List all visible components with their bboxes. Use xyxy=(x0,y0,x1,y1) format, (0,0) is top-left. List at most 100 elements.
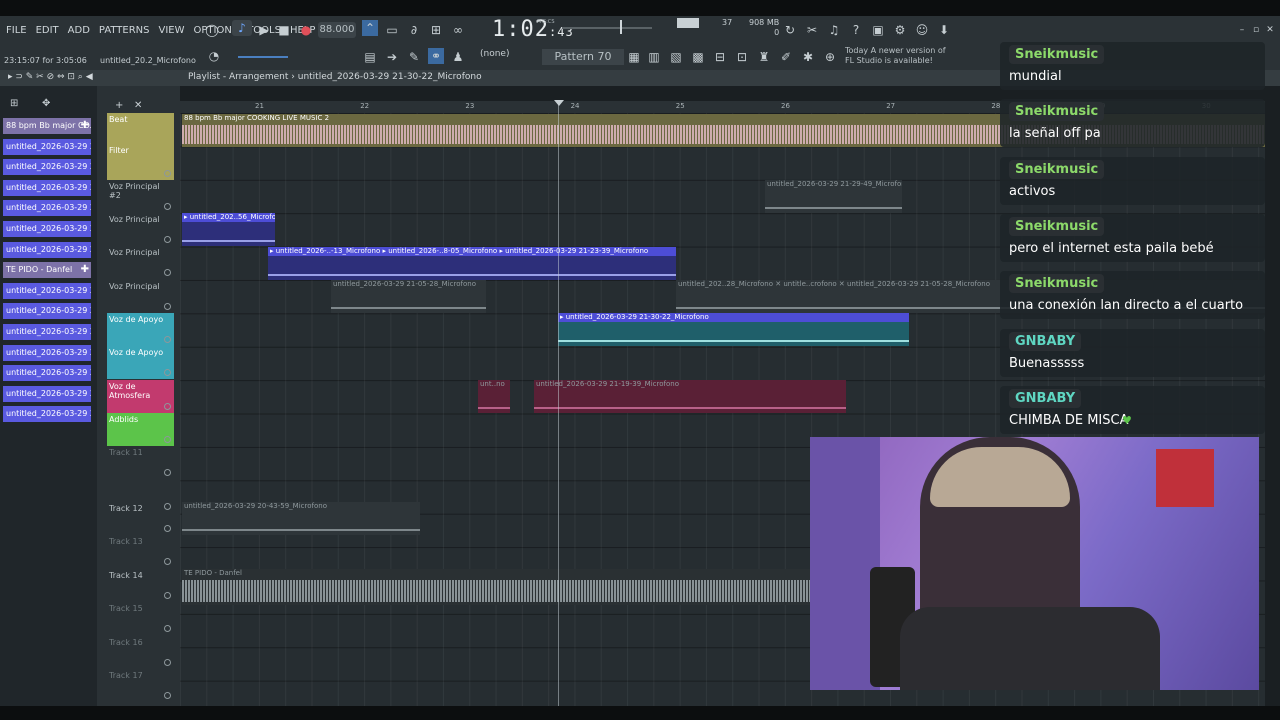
track-mute-icon[interactable] xyxy=(164,592,171,599)
download-icon[interactable]: ⬇ xyxy=(936,22,952,38)
playlist-clip[interactable]: ▸ untitled_2026-..-13_Microfono ▸ untitl… xyxy=(268,247,676,280)
plugin-icon[interactable]: ⚙ xyxy=(892,22,908,38)
track-header[interactable]: Track 13 xyxy=(107,535,174,568)
plugin-picker-icon[interactable]: ⊡ xyxy=(734,49,750,65)
menu-view[interactable]: VIEW xyxy=(159,25,185,36)
menu-file[interactable]: FILE xyxy=(6,25,27,36)
browser-clip[interactable]: 88 bpm Bb major CO.. ✚ xyxy=(3,118,91,134)
track-mute-icon[interactable] xyxy=(164,203,171,210)
picker-arrow-icon[interactable]: ⊞ xyxy=(10,98,18,109)
browser-clip[interactable]: untitled_2026-03-29 20-.. xyxy=(3,159,91,176)
track-mute-icon[interactable] xyxy=(164,336,171,343)
playlist-clip[interactable]: untitled_2026-03-29 21-05-28_Microfono xyxy=(331,280,486,313)
track-header[interactable]: Track 12 xyxy=(107,502,174,535)
countdown-icon[interactable]: ∂ xyxy=(406,22,422,38)
track-mute-icon[interactable] xyxy=(164,436,171,443)
track-mute-icon[interactable] xyxy=(164,558,171,565)
playhead[interactable] xyxy=(558,100,559,706)
picker-expand-icon[interactable]: ✥ xyxy=(42,98,50,109)
playlist-clip[interactable]: ▸ untitled_2026-03-29 21-30-22_Microfono xyxy=(558,313,909,346)
playhead-marker[interactable] xyxy=(554,100,564,106)
master-volume-slider[interactable] xyxy=(238,56,288,58)
stop-icon[interactable]: ■ xyxy=(276,22,292,38)
browser-clip[interactable]: untitled_2026-03-29 21-.. xyxy=(3,344,91,361)
play-icon[interactable]: ▶ xyxy=(256,22,272,38)
master-pitch-slider[interactable] xyxy=(562,27,652,29)
close-icon[interactable]: ✕ xyxy=(1262,22,1278,38)
pencil-icon[interactable]: ✎ xyxy=(406,49,422,65)
save-icon[interactable]: ▣ xyxy=(870,22,886,38)
mic-icon[interactable]: ♫ xyxy=(826,22,842,38)
song-mode-button[interactable]: ♪ xyxy=(232,20,252,36)
track-header[interactable]: Voz Principal xyxy=(107,213,174,246)
pattern-selector[interactable]: Pattern 70 xyxy=(542,49,624,65)
remove-track-icon[interactable]: ✕ xyxy=(134,100,142,111)
menu-patterns[interactable]: PATTERNS xyxy=(99,25,150,36)
snap-selector[interactable]: (none) xyxy=(480,49,509,59)
track-header[interactable]: Beat Filter xyxy=(107,113,174,180)
browser-clip[interactable]: untitled_2026-03-29 20-.. xyxy=(3,282,91,299)
browser-clip[interactable]: untitled_2026-03-29 20-.. xyxy=(3,200,91,217)
touch-keyboard-icon[interactable]: ♜ xyxy=(756,49,772,65)
metronome-icon[interactable]: ⌃ xyxy=(362,20,378,36)
track-header[interactable]: Track 16 xyxy=(107,636,174,669)
brush-icon[interactable]: ✐ xyxy=(778,49,794,65)
master-volume-knob[interactable]: ◔ xyxy=(206,48,222,64)
expand-icon[interactable]: ✚ xyxy=(81,262,89,278)
mixer-icon[interactable]: ▦ xyxy=(626,49,642,65)
browser-clip[interactable]: untitled_2026-03-29 21-.. xyxy=(3,385,91,402)
track-mute-icon[interactable] xyxy=(164,525,171,532)
browser-clip[interactable]: untitled_2026-03-29 21-.. xyxy=(3,324,91,340)
track-header[interactable]: Voz de Apoyo xyxy=(107,313,174,346)
expand-icon[interactable]: ✚ xyxy=(81,118,89,134)
browser-clip[interactable]: TE PIDO - Danfel ✚ xyxy=(3,262,91,279)
cut-icon[interactable]: ✂ xyxy=(804,22,820,38)
arrow-icon[interactable]: ➔ xyxy=(384,49,400,65)
track-header[interactable]: Voz Principal xyxy=(107,280,174,313)
browser-clip[interactable]: untitled_2026-03-29 21-.. xyxy=(3,365,91,382)
browser-clip[interactable]: untitled_2026-03-29 21-.. xyxy=(3,303,91,320)
loop-record-icon[interactable]: ∞ xyxy=(450,22,466,38)
playlist-icon[interactable]: ▩ xyxy=(690,49,706,65)
track-header[interactable]: Track 17 xyxy=(107,669,174,702)
browser-clip[interactable]: untitled_2026-03-29 20-.. xyxy=(3,241,91,258)
track-mute-icon[interactable] xyxy=(164,269,171,276)
playlist-clip[interactable]: unt..no xyxy=(478,380,510,413)
channel-rack-icon[interactable]: ▥ xyxy=(646,49,662,65)
track-mute-icon[interactable] xyxy=(164,369,171,376)
track-mute-icon[interactable] xyxy=(164,692,171,699)
shop-icon[interactable]: ⊕ xyxy=(822,49,838,65)
track-mute-icon[interactable] xyxy=(164,236,171,243)
browser-clip[interactable]: untitled_2026-03-29 20-.. xyxy=(3,179,91,196)
fx-icon[interactable]: ✱ xyxy=(800,49,816,65)
update-notice[interactable]: Today A newer version of FL Studio is ava… xyxy=(845,46,946,66)
help-icon[interactable]: ? xyxy=(848,22,864,38)
track-header[interactable]: Track 11 xyxy=(107,446,174,479)
playlist-tools-icon[interactable]: ▸ ⊃ ✎ ✂ ⊘ ⇔ ⊡ ⌕ ◀ xyxy=(8,72,93,82)
add-track-icon[interactable]: + xyxy=(115,100,123,111)
track-header[interactable]: Voz Principal xyxy=(107,246,174,279)
playlist-clip[interactable]: ▸ untitled_202..56_Microfono xyxy=(182,213,275,246)
browser-icon[interactable]: ⊟ xyxy=(712,49,728,65)
menu-add[interactable]: ADD xyxy=(68,25,90,36)
track-header[interactable]: Track 14 xyxy=(107,569,174,602)
track-mute-icon[interactable] xyxy=(164,303,171,310)
menu-edit[interactable]: EDIT xyxy=(36,25,59,36)
browser-clip[interactable]: untitled_2026-03-29 20-.. xyxy=(3,221,91,237)
browser-clip[interactable]: untitled_2026-03-29 21-.. xyxy=(3,406,91,423)
link-icon[interactable]: ⚭ xyxy=(428,48,444,64)
slider-handle[interactable] xyxy=(620,20,622,34)
chat-icon[interactable]: ☺ xyxy=(914,22,930,38)
playlist-clip[interactable]: untitled_2026-03-29 20-43-59_Microfono xyxy=(182,502,420,535)
playlist-clip[interactable]: untitled_2026-03-29 21-29-49_Microfono xyxy=(765,180,902,213)
pat-song-toggle[interactable]: ◯ xyxy=(204,22,220,38)
keyboard-icon[interactable]: ▤ xyxy=(362,49,378,65)
wait-icon[interactable]: ▭ xyxy=(384,22,400,38)
track-mute-icon[interactable] xyxy=(164,659,171,666)
playlist-clip[interactable]: TE PIDO - Danfel xyxy=(182,569,810,605)
playlist-clip[interactable]: untitled_2026-03-29 21-19-39_Microfono xyxy=(534,380,846,413)
piano-roll-icon[interactable]: ▧ xyxy=(668,49,684,65)
track-mute-icon[interactable] xyxy=(164,403,171,410)
track-header[interactable]: Track 15 xyxy=(107,602,174,635)
refresh-icon[interactable]: ↻ xyxy=(782,22,798,38)
